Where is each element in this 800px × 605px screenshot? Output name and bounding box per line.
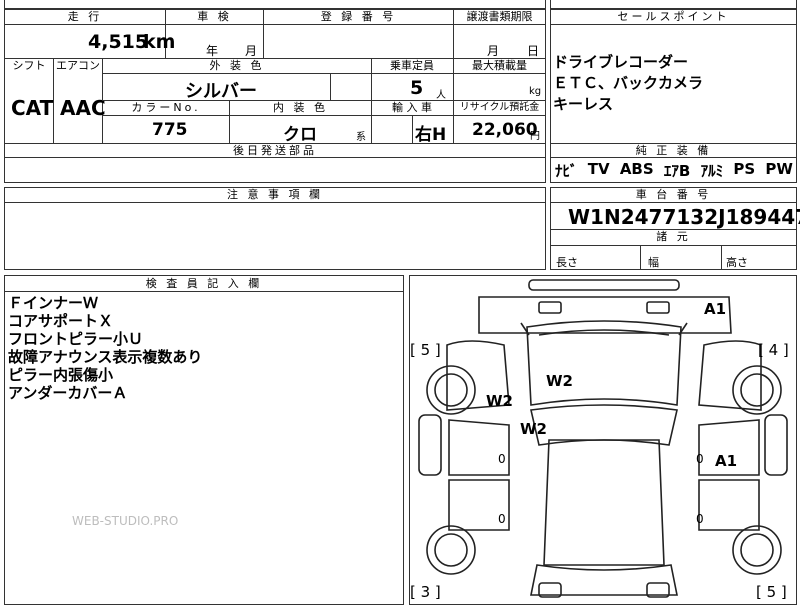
- mileage-value: 4,515: [88, 31, 149, 53]
- equipment-item: ｴｱB: [663, 162, 691, 180]
- shift-value: CAT: [11, 96, 54, 120]
- watermark: WEB-STUDIO.PRO: [72, 514, 179, 528]
- recycle-amount-value: 22,060: [472, 120, 538, 140]
- notes-header: 注 意 事 項 欄: [227, 188, 323, 201]
- color-no-header: カラーNo.: [131, 101, 201, 114]
- capacity-unit: 人: [436, 90, 446, 101]
- interior-color-value: クロ: [283, 125, 317, 145]
- selling-point-item: ドライブレコーダー: [553, 53, 689, 71]
- left-mirror: [418, 414, 442, 476]
- rear-right-door: [698, 479, 760, 531]
- inspection-header: 車 検: [197, 10, 232, 23]
- equipment-item: PS: [733, 160, 756, 178]
- inspector-note: アンダーカバーＡ: [8, 384, 128, 402]
- inspection-month-unit: 月: [245, 44, 258, 58]
- equipment-item: ﾅﾋﾞ: [555, 162, 578, 180]
- front-bumper: [478, 296, 732, 334]
- car-diagram: [418, 279, 788, 598]
- mark-w2-left: W2: [486, 392, 513, 410]
- selling-points-header: セールスポイント: [617, 10, 730, 23]
- recycle-header: リサイクル預託金: [459, 102, 540, 113]
- aircon-value: AAC: [60, 96, 106, 120]
- top-strip: [4, 0, 546, 9]
- chassis-number: W1N2477132J189447: [568, 205, 800, 229]
- zero-front-right: 0: [696, 452, 704, 466]
- zero-rear-left: 0: [498, 512, 506, 526]
- interior-suffix: 系: [356, 132, 366, 143]
- tire-front-left: [ 5 ]: [410, 341, 441, 359]
- transfer-month-unit: 月: [487, 44, 500, 58]
- mileage-unit: km: [143, 31, 176, 53]
- recycle-unit: 円: [530, 131, 540, 142]
- zero-rear-right: 0: [696, 512, 704, 526]
- zero-front-left: 0: [498, 452, 506, 466]
- inspector-header: 検 査 員 記 入 欄: [145, 277, 263, 290]
- aircon-header: エアコン: [56, 59, 100, 72]
- selling-point-item: キーレス: [553, 95, 614, 113]
- mark-a1-top: A1: [704, 300, 727, 318]
- width-label: 幅: [648, 256, 659, 269]
- color-no-value: 775: [152, 120, 188, 140]
- inspector-note: ＦインナーＷ: [8, 294, 99, 312]
- equipment-item: ｱﾙﾐ: [700, 162, 724, 180]
- later-parts-header: 後日発送部品: [233, 144, 317, 157]
- transfer-deadline-header: 譲渡書類期限: [466, 10, 533, 23]
- capacity-value: 5: [410, 77, 424, 99]
- inspector-note: ピラー内張傷小: [8, 366, 114, 384]
- right-mirror: [764, 414, 788, 476]
- length-label: 長さ: [556, 256, 578, 269]
- import-side-value: 右H: [415, 125, 447, 145]
- mileage-header: 走 行: [67, 10, 103, 23]
- transfer-day-unit: 日: [527, 44, 540, 58]
- height-label: 高さ: [726, 256, 748, 269]
- tire-front-right: [ 4 ]: [758, 341, 789, 359]
- chassis-header: 車 台 番 号: [635, 188, 712, 201]
- top-right-strip: [550, 0, 797, 9]
- capacity-header: 乗車定員: [390, 59, 434, 72]
- left-headlight: [538, 301, 562, 314]
- rear-right-wheel-inner: [740, 533, 774, 567]
- inspection-year-unit: 年: [206, 44, 219, 58]
- inspector-note: コアサポートＸ: [8, 312, 114, 330]
- front-left-wheel-inner: [434, 373, 468, 407]
- interior-color-header: 内 装 色: [273, 101, 328, 114]
- selling-point-item: ＥＴＣ、バックカメラ: [553, 74, 704, 92]
- exterior-color-header: 外 装 色: [209, 59, 265, 72]
- dimensions-header: 諸 元: [656, 230, 691, 243]
- rear-left-wheel-inner: [434, 533, 468, 567]
- equipment-list: ﾅﾋﾞ TV ABS ｴｱB ｱﾙﾐ PS PW: [555, 160, 793, 181]
- inspector-note: フロントピラー小Ｕ: [8, 330, 144, 348]
- mark-w2-hood: W2: [546, 372, 573, 390]
- equipment-item: TV: [587, 160, 610, 178]
- mark-a1-right: A1: [715, 452, 738, 470]
- inspector-note: 故障アナウンス表示複数あり: [8, 348, 203, 366]
- rear-window: [530, 564, 678, 596]
- right-headlight: [646, 301, 670, 314]
- shift-header: シフト: [12, 59, 46, 72]
- roof: [543, 439, 665, 566]
- mark-w2-windshield: W2: [520, 420, 547, 438]
- inspector-notes-list: ＦインナーＷ コアサポートＸ フロントピラー小Ｕ 故障アナウンス表示複数あり ピ…: [8, 294, 398, 402]
- tire-rear-left: [ 3 ]: [410, 583, 441, 601]
- front-right-wheel-inner: [740, 373, 774, 407]
- selling-points-list: ドライブレコーダー ＥＴＣ、バックカメラ キーレス: [553, 52, 793, 115]
- import-header: 輸 入 車: [392, 101, 432, 114]
- registration-header: 登 録 番 号: [320, 10, 397, 23]
- tire-rear-right: [ 5 ]: [756, 583, 787, 601]
- equipment-item: PW: [765, 160, 793, 178]
- front-left-door: [448, 419, 510, 476]
- top-bumper: [528, 279, 680, 291]
- equipment-item: ABS: [619, 160, 654, 178]
- equipment-header: 純 正 装 備: [635, 144, 712, 157]
- max-load-header: 最大積載量: [472, 59, 527, 72]
- max-load-unit: kg: [529, 86, 542, 97]
- windshield: [530, 404, 678, 446]
